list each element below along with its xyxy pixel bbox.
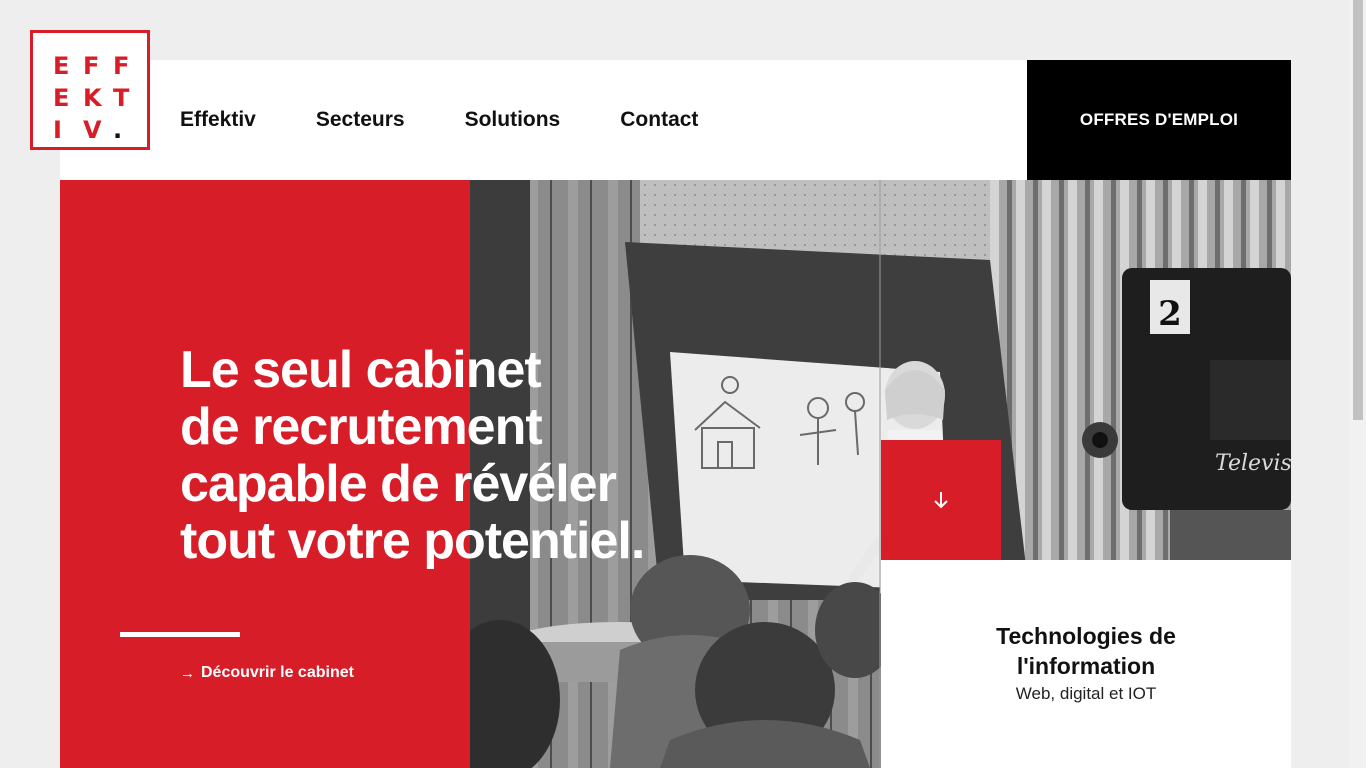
discover-cabinet-link[interactable]: → Découvrir le cabinet	[180, 664, 354, 682]
logo-letter: I	[53, 116, 62, 144]
camera-brand: Televis	[1215, 451, 1291, 476]
hero-headline: Le seul cabinet de recrutement capable d…	[180, 342, 740, 570]
job-offers-button[interactable]: OFFRES D'EMPLOI	[1027, 60, 1291, 180]
sector-title: Technologies de l'information	[881, 621, 1291, 681]
sector-title-line: Technologies de	[996, 623, 1176, 649]
main-nav: Effektiv Secteurs Solutions Contact	[180, 60, 758, 180]
headline-line: de recrutement	[180, 398, 543, 456]
scrollbar-thumb[interactable]	[1353, 0, 1363, 420]
headline-line: capable de révéler	[180, 455, 617, 513]
headline-line: tout votre potentiel.	[180, 512, 645, 570]
camera-number: 2	[1158, 294, 1182, 334]
nav-item-contact[interactable]: Contact	[620, 108, 698, 132]
sector-card[interactable]: Technologies de l'information Web, digit…	[881, 560, 1291, 768]
discover-cabinet-label: Découvrir le cabinet	[201, 664, 354, 681]
logo-dot: .	[113, 116, 123, 144]
sector-subtitle: Web, digital et IOT	[1015, 684, 1157, 703]
logo-letter: T	[113, 84, 130, 112]
logo-letter: V	[83, 116, 102, 144]
logo-letter: E	[53, 84, 70, 112]
accent-divider	[120, 632, 240, 637]
nav-item-secteurs[interactable]: Secteurs	[316, 108, 405, 132]
arrow-right-icon: →	[180, 664, 195, 682]
logo-letter: F	[83, 52, 100, 80]
logo-letters: E F F E K T I V .	[53, 50, 143, 146]
scroll-down-button[interactable]	[881, 440, 1001, 560]
page-scrollbar[interactable]	[1350, 0, 1366, 768]
nav-item-solutions[interactable]: Solutions	[465, 108, 561, 132]
sector-title-line: l'information	[1016, 653, 1156, 679]
logo-letter: E	[53, 52, 70, 80]
job-offers-label: OFFRES D'EMPLOI	[1079, 110, 1239, 129]
nav-item-effektiv[interactable]: Effektiv	[180, 108, 256, 132]
headline-line: Le seul cabinet	[180, 341, 542, 399]
logo-letter: F	[113, 52, 130, 80]
logo-letter: K	[83, 84, 102, 112]
arrow-down-icon	[934, 492, 948, 509]
effektiv-logo[interactable]: E F F E K T I V .	[30, 30, 150, 150]
